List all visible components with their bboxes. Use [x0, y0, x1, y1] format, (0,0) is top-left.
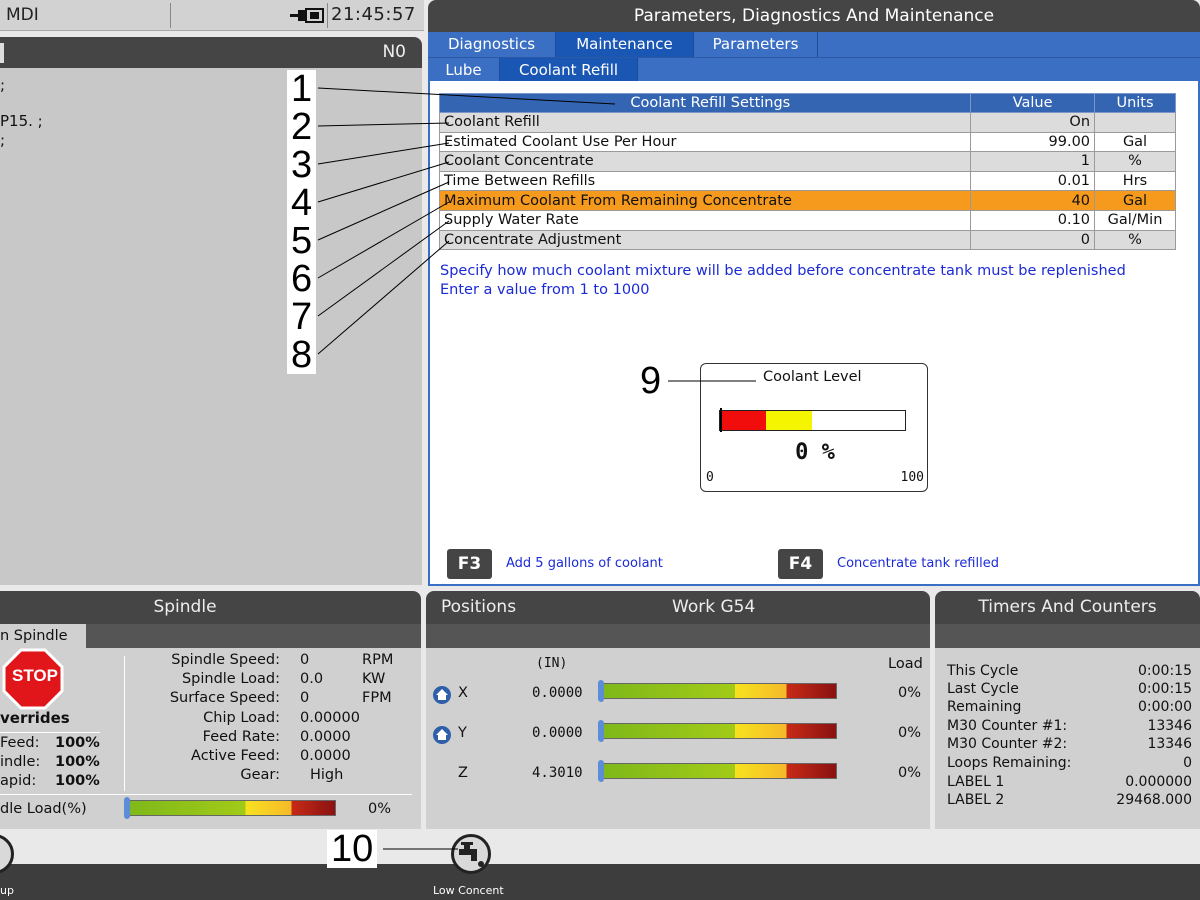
callout-number: 6: [287, 260, 317, 298]
callout-leader-lines: [317, 87, 756, 850]
callout-number: 2: [287, 108, 317, 146]
callout-number: 10: [327, 830, 378, 868]
callout-number: 9: [636, 362, 666, 400]
callout-number: 8: [287, 336, 317, 374]
callout-number: 7: [287, 298, 317, 336]
callout-number: 3: [287, 146, 317, 184]
callout-number: 1: [287, 70, 317, 108]
callout-number: 4: [287, 184, 317, 222]
callout-number: 5: [287, 222, 317, 260]
